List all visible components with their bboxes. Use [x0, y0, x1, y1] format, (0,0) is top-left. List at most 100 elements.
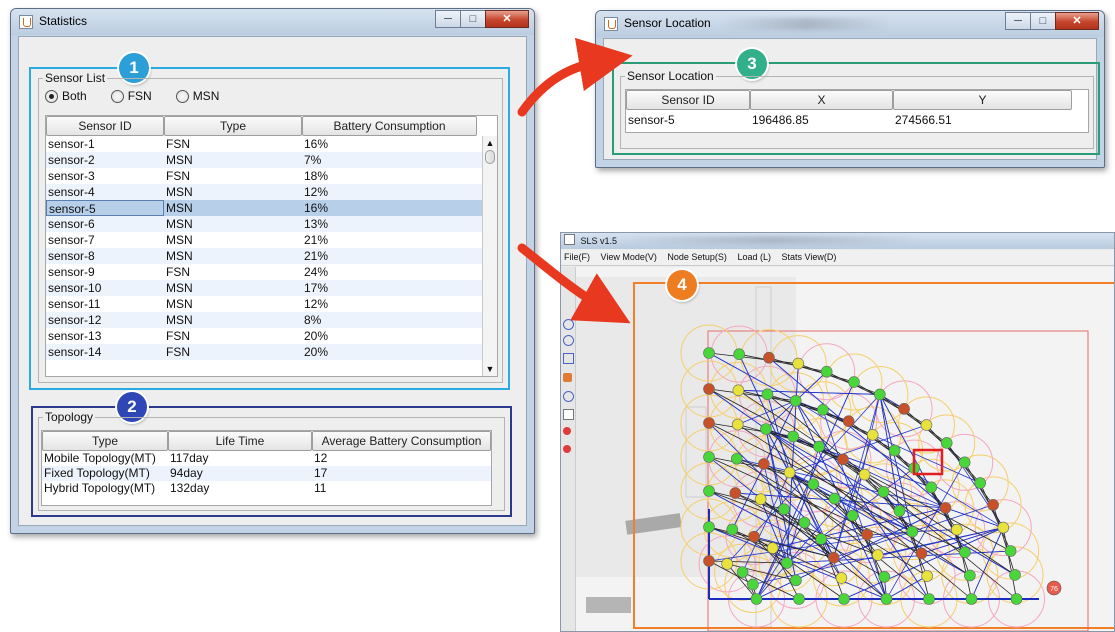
table-row[interactable]: sensor-12 MSN 8% [46, 312, 497, 328]
table-row[interactable]: sensor-14 FSN 20% [46, 344, 497, 360]
sls-titlebar[interactable]: SLS v1.5 [561, 233, 1114, 249]
select-tool-icon[interactable] [563, 409, 574, 420]
sensor-table-scrollbar[interactable]: ▲ ▼ [482, 136, 497, 376]
radio-both[interactable] [45, 89, 58, 103]
sensor-node [820, 365, 833, 378]
sensor-node [906, 525, 919, 538]
radio-fsn[interactable] [110, 89, 124, 103]
sensor-type-cell: FSN [166, 169, 190, 183]
sensor-node [732, 384, 745, 397]
battery-consumption-cell: 8% [304, 313, 322, 327]
battery-consumption-cell: 12% [304, 297, 329, 311]
remove-node-icon[interactable] [563, 427, 571, 435]
sensor-location-group-label: Sensor Location [625, 69, 716, 83]
statistics-window: Statistics ─ □ ✕ 1 Sensor List Both FSN … [10, 8, 535, 534]
map-building [586, 597, 631, 613]
radio-msn[interactable] [175, 89, 189, 103]
table-row[interactable]: sensor-11 MSN 12% [46, 296, 497, 312]
table-row[interactable]: sensor-8 MSN 21% [46, 248, 497, 264]
sensor-location-window: Sensor Location ─ □ ✕ 3 Sensor Location … [595, 10, 1105, 168]
blurred-title-region [621, 236, 921, 244]
fit-view-icon[interactable] [563, 353, 574, 364]
table-row[interactable]: sensor-5 MSN 16% [46, 200, 497, 216]
table-row[interactable]: sensor-13 FSN 20% [46, 328, 497, 344]
life-time-cell: 117day [170, 451, 209, 465]
statistics-titlebar[interactable]: Statistics ─ □ ✕ [11, 9, 534, 35]
menu-stats-view[interactable]: Stats View(D) [782, 252, 837, 262]
battery-consumption-cell: 21% [304, 233, 329, 247]
sensor-location-client-area: 3 Sensor Location Sensor ID X Y sensor-5… [603, 38, 1100, 160]
remove-link-icon[interactable] [563, 445, 571, 453]
sensor-node [965, 593, 978, 605]
table-row[interactable]: sensor-9 FSN 24% [46, 264, 497, 280]
table-row[interactable]: sensor-10 MSN 17% [46, 280, 497, 296]
col-header-battery[interactable]: Battery Consumption [302, 116, 477, 136]
col-header-life-time[interactable]: Life Time [168, 431, 312, 451]
sensor-type-cell: MSN [166, 313, 193, 327]
minimize-button[interactable]: ─ [435, 10, 461, 28]
close-button[interactable]: ✕ [1055, 12, 1099, 30]
col-header-sensor-id[interactable]: Sensor ID [46, 116, 164, 136]
col-header-location-sensor-id[interactable]: Sensor ID [626, 90, 750, 110]
sensor-id-cell: sensor-4 [48, 185, 95, 199]
badge-4: 4 [667, 270, 697, 300]
close-button[interactable]: ✕ [485, 10, 529, 28]
sensor-location-titlebar[interactable]: Sensor Location ─ □ ✕ [596, 11, 1104, 37]
radio-both-label[interactable]: Both [62, 89, 87, 103]
table-row[interactable]: sensor-3 FSN 18% [46, 168, 497, 184]
menu-view-mode[interactable]: View Mode(V) [601, 252, 657, 262]
table-row[interactable]: sensor-2 MSN 7% [46, 152, 497, 168]
table-row[interactable]: sensor-7 MSN 21% [46, 232, 497, 248]
sensor-node [872, 549, 884, 561]
menu-load[interactable]: Load (L) [737, 252, 771, 262]
node-label: 76 [1050, 586, 1058, 593]
menu-node-setup[interactable]: Node Setup(S) [667, 252, 727, 262]
table-row[interactable]: sensor-1 FSN 16% [46, 136, 497, 152]
col-header-type[interactable]: Type [164, 116, 302, 136]
table-row[interactable]: Hybrid Topology(MT) 132day 11 [42, 481, 491, 496]
table-row[interactable]: Fixed Topology(MT) 94day 17 [42, 466, 491, 481]
col-header-topology-type[interactable]: Type [42, 431, 168, 451]
minimize-button[interactable]: ─ [1005, 12, 1031, 30]
statistics-client-area: 1 Sensor List Both FSN MSN Sensor ID Typ… [18, 36, 527, 526]
table-row[interactable]: sensor-4 MSN 12% [46, 184, 497, 200]
topology-type-cell: Mobile Topology(MT) [44, 451, 156, 465]
java-app-icon [19, 15, 33, 29]
table-row[interactable]: Mobile Topology(MT) 117day 12 [42, 451, 491, 466]
sensor-type-cell: MSN [166, 233, 193, 247]
zoom-out-icon[interactable] [563, 335, 574, 346]
col-header-y[interactable]: Y [893, 90, 1072, 110]
sensor-list-label: Sensor List [43, 71, 108, 85]
table-row[interactable]: sensor-5 196486.85 274566.51 [626, 112, 1088, 128]
statistics-window-title: Statistics [39, 14, 88, 28]
menu-file[interactable]: File(F) [564, 252, 590, 262]
sensor-node [763, 351, 775, 364]
record-icon[interactable] [563, 373, 572, 382]
sensor-node [893, 505, 906, 517]
maximize-button[interactable]: □ [460, 10, 486, 28]
location-x-cell: 196486.85 [752, 113, 809, 127]
radio-fsn-label[interactable]: FSN [128, 89, 152, 103]
sensor-node [888, 444, 901, 457]
maximize-button[interactable]: □ [1030, 12, 1056, 30]
sensor-node [959, 546, 971, 559]
col-header-x[interactable]: X [750, 90, 893, 110]
scroll-thumb[interactable] [485, 150, 495, 164]
avg-battery-cell: 12 [314, 451, 328, 465]
sensor-node [846, 509, 859, 522]
sensor-network-canvas[interactable]: 76 [576, 267, 1115, 632]
window-controls: ─ □ ✕ [435, 10, 529, 28]
scroll-down-arrow-icon[interactable]: ▼ [483, 362, 497, 376]
sensor-type-cell: MSN [166, 185, 193, 199]
zoom-in-icon[interactable] [563, 319, 574, 330]
search-icon[interactable] [563, 391, 574, 402]
scroll-up-arrow-icon[interactable]: ▲ [483, 136, 497, 150]
sensor-id-cell: sensor-2 [48, 153, 95, 167]
battery-consumption-cell: 18% [304, 169, 329, 183]
sensor-node [703, 451, 715, 463]
sensor-node [754, 493, 767, 506]
radio-msn-label[interactable]: MSN [193, 89, 220, 103]
sensor-type-cell: MSN [166, 249, 193, 263]
table-row[interactable]: sensor-6 MSN 13% [46, 216, 497, 232]
col-header-avg-battery[interactable]: Average Battery Consumption [312, 431, 491, 451]
